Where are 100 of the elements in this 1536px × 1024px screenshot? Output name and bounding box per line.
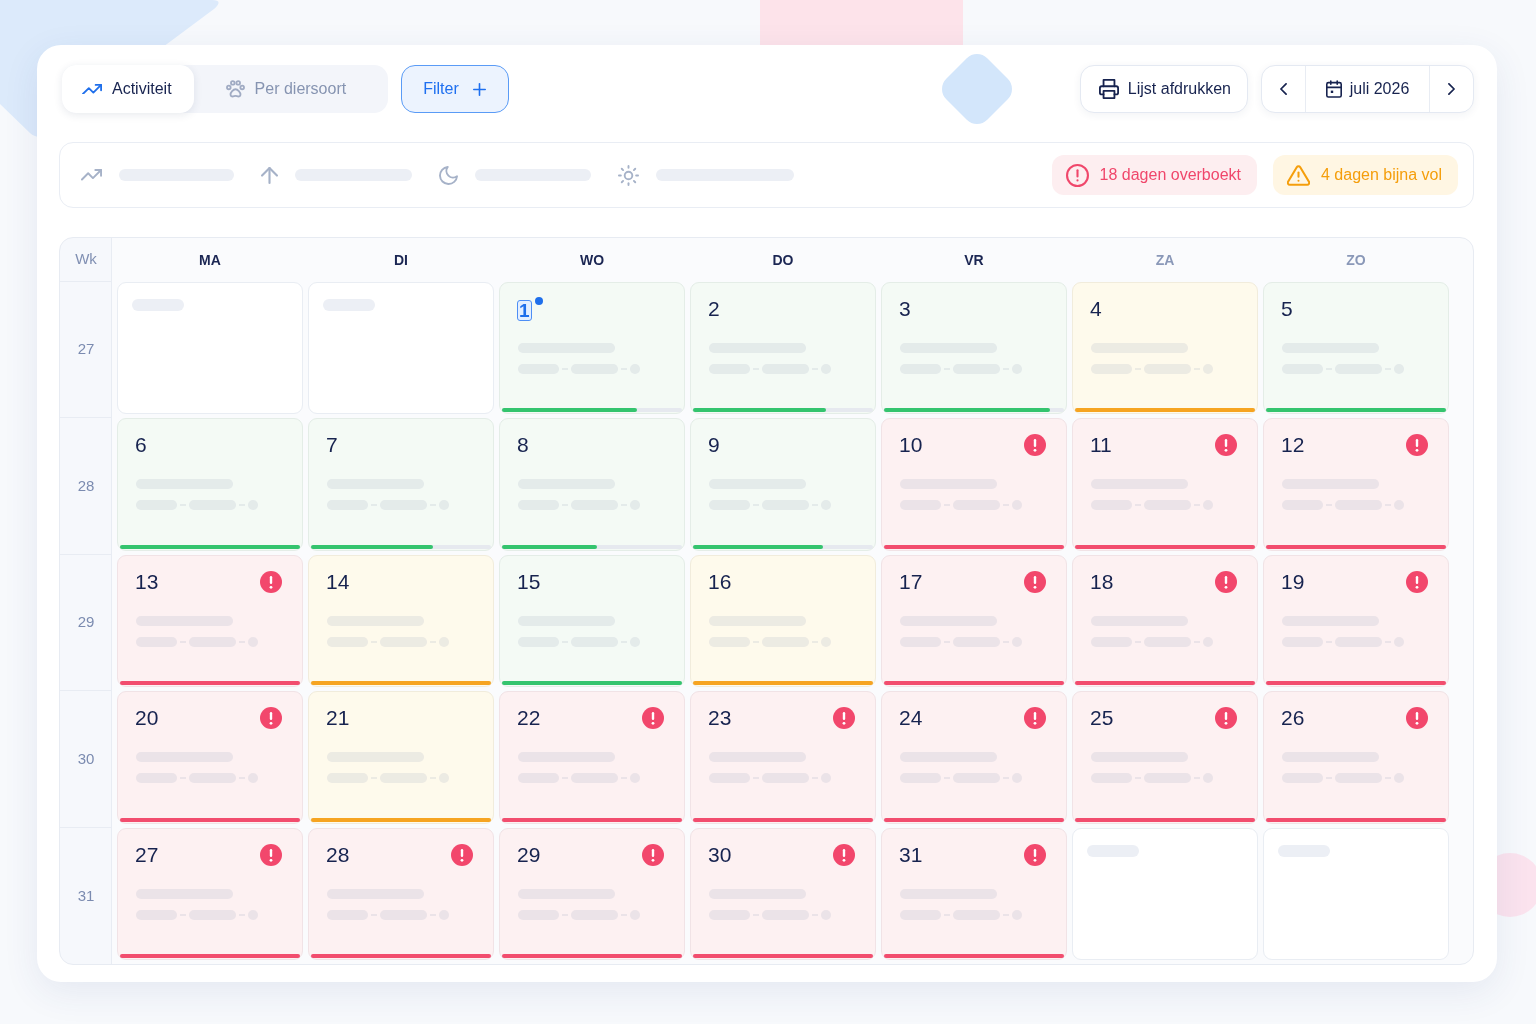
- chevron-left-icon: [1280, 83, 1287, 95]
- day-cell[interactable]: 28: [308, 827, 494, 960]
- day-cell[interactable]: 6: [117, 418, 303, 551]
- day-cell[interactable]: 7: [308, 418, 494, 551]
- day-cell[interactable]: 18: [1072, 554, 1258, 688]
- alert-icon: [260, 843, 282, 866]
- day-cell[interactable]: 30: [690, 827, 876, 960]
- day-number: 28: [326, 842, 350, 867]
- day-cell[interactable]: 21: [308, 691, 494, 824]
- day-cell[interactable]: 8: [499, 418, 685, 551]
- weekday-heading: ZA: [1155, 250, 1175, 270]
- alert-icon: [1215, 707, 1237, 730]
- day-number: 16: [708, 569, 732, 594]
- day-number: 26: [1281, 706, 1305, 731]
- day-cell[interactable]: 1: [499, 282, 685, 415]
- day-cell[interactable]: 20: [117, 691, 303, 824]
- alert-icon: [1024, 570, 1046, 593]
- day-number: 17: [899, 569, 923, 594]
- week-number: 30: [77, 748, 95, 769]
- day-cell[interactable]: 17: [881, 554, 1067, 688]
- day-cell[interactable]: 22: [499, 691, 685, 824]
- month-picker-button[interactable]: juli 2026: [1305, 66, 1430, 112]
- day-number: 22: [517, 706, 541, 731]
- day-cell[interactable]: 4: [1072, 282, 1258, 415]
- day-number: 7: [326, 433, 338, 458]
- alert-icon: [451, 843, 473, 866]
- chevron-right-icon: [1448, 83, 1455, 95]
- day-number: 11: [1090, 433, 1112, 458]
- day-cell[interactable]: 23: [690, 691, 876, 824]
- week-column-heading: Wk: [75, 249, 97, 270]
- warning-icon: [1287, 164, 1310, 186]
- weekday-heading: DI: [394, 250, 408, 270]
- view-tab[interactable]: Activiteit: [62, 65, 194, 113]
- day-number: 30: [708, 842, 732, 867]
- print-button[interactable]: Lijst afdrukken: [1079, 65, 1248, 113]
- alert-icon: [1406, 570, 1428, 593]
- alert-icon: [833, 843, 855, 866]
- trending-up-icon: [81, 169, 102, 181]
- day-cell[interactable]: 12: [1263, 418, 1449, 551]
- day-number: 12: [1281, 433, 1305, 458]
- day-cell[interactable]: 26: [1263, 691, 1449, 824]
- alert-icon: [1406, 434, 1428, 457]
- day-cell[interactable]: 16: [690, 554, 876, 688]
- day-cell[interactable]: 2: [690, 282, 876, 415]
- day-number: 13: [135, 569, 159, 594]
- day-number: 19: [1281, 569, 1305, 594]
- day-cell[interactable]: 31: [881, 827, 1067, 960]
- day-cell[interactable]: 25: [1072, 691, 1258, 824]
- day-number: 23: [708, 706, 732, 731]
- day-number: 25: [1090, 706, 1114, 731]
- day-cell[interactable]: 3: [881, 282, 1067, 415]
- day-number: 2: [708, 297, 720, 321]
- day-number: 6: [135, 433, 147, 458]
- alert-text: 4 dagen bijna vol: [1321, 165, 1442, 185]
- day-cell[interactable]: 11: [1072, 418, 1258, 551]
- day-cell[interactable]: 14: [308, 554, 494, 688]
- alert-icon: [260, 707, 282, 730]
- day-cell[interactable]: 19: [1263, 554, 1449, 688]
- day-cell[interactable]: 9: [690, 418, 876, 551]
- day-number: 24: [899, 706, 923, 731]
- weekday-heading: DO: [772, 250, 794, 270]
- day-number: 14: [326, 569, 350, 594]
- day-number: 15: [517, 569, 541, 594]
- alert-icon: [833, 707, 855, 730]
- day-number: 27: [135, 842, 159, 867]
- alert-icon: [1215, 570, 1237, 593]
- alert-icon: [260, 570, 282, 593]
- day-cell[interactable]: 5: [1263, 282, 1449, 415]
- day-number: 20: [135, 706, 159, 731]
- day-number: 4: [1090, 297, 1102, 321]
- plus-icon: [472, 82, 486, 96]
- arrow-up-icon: [261, 166, 278, 184]
- day-number: 10: [899, 433, 923, 458]
- dot-icon: [534, 296, 543, 305]
- week-number: 31: [77, 885, 95, 906]
- day-cell[interactable]: 10: [881, 418, 1067, 551]
- alert-icon: [642, 707, 664, 730]
- week-number: 28: [77, 475, 95, 496]
- alert-icon: [1065, 163, 1089, 187]
- day-cell[interactable]: 15: [499, 554, 685, 688]
- printer-icon: [1098, 79, 1119, 99]
- day-number: 5: [1281, 297, 1293, 321]
- filter-button[interactable]: Filter: [401, 65, 509, 113]
- day-cell[interactable]: 13: [117, 554, 303, 688]
- day-number: 9: [708, 433, 720, 458]
- moon-icon: [439, 165, 458, 185]
- day-number: 31: [899, 842, 923, 867]
- weekday-heading: MA: [199, 250, 221, 270]
- day-number: 3: [899, 297, 911, 321]
- week-number: 27: [77, 339, 95, 360]
- calendar-icon: [1325, 80, 1342, 98]
- alert-icon: [1024, 843, 1046, 866]
- alert-icon: [1024, 707, 1046, 730]
- alert-text: 18 dagen overboekt: [1099, 165, 1241, 185]
- day-cell[interactable]: 24: [881, 691, 1067, 824]
- day-cell[interactable]: 27: [117, 827, 303, 960]
- day-number: 8: [517, 433, 529, 458]
- day-number: 29: [517, 842, 541, 867]
- day-cell[interactable]: 29: [499, 827, 685, 960]
- day-number: 21: [326, 706, 350, 731]
